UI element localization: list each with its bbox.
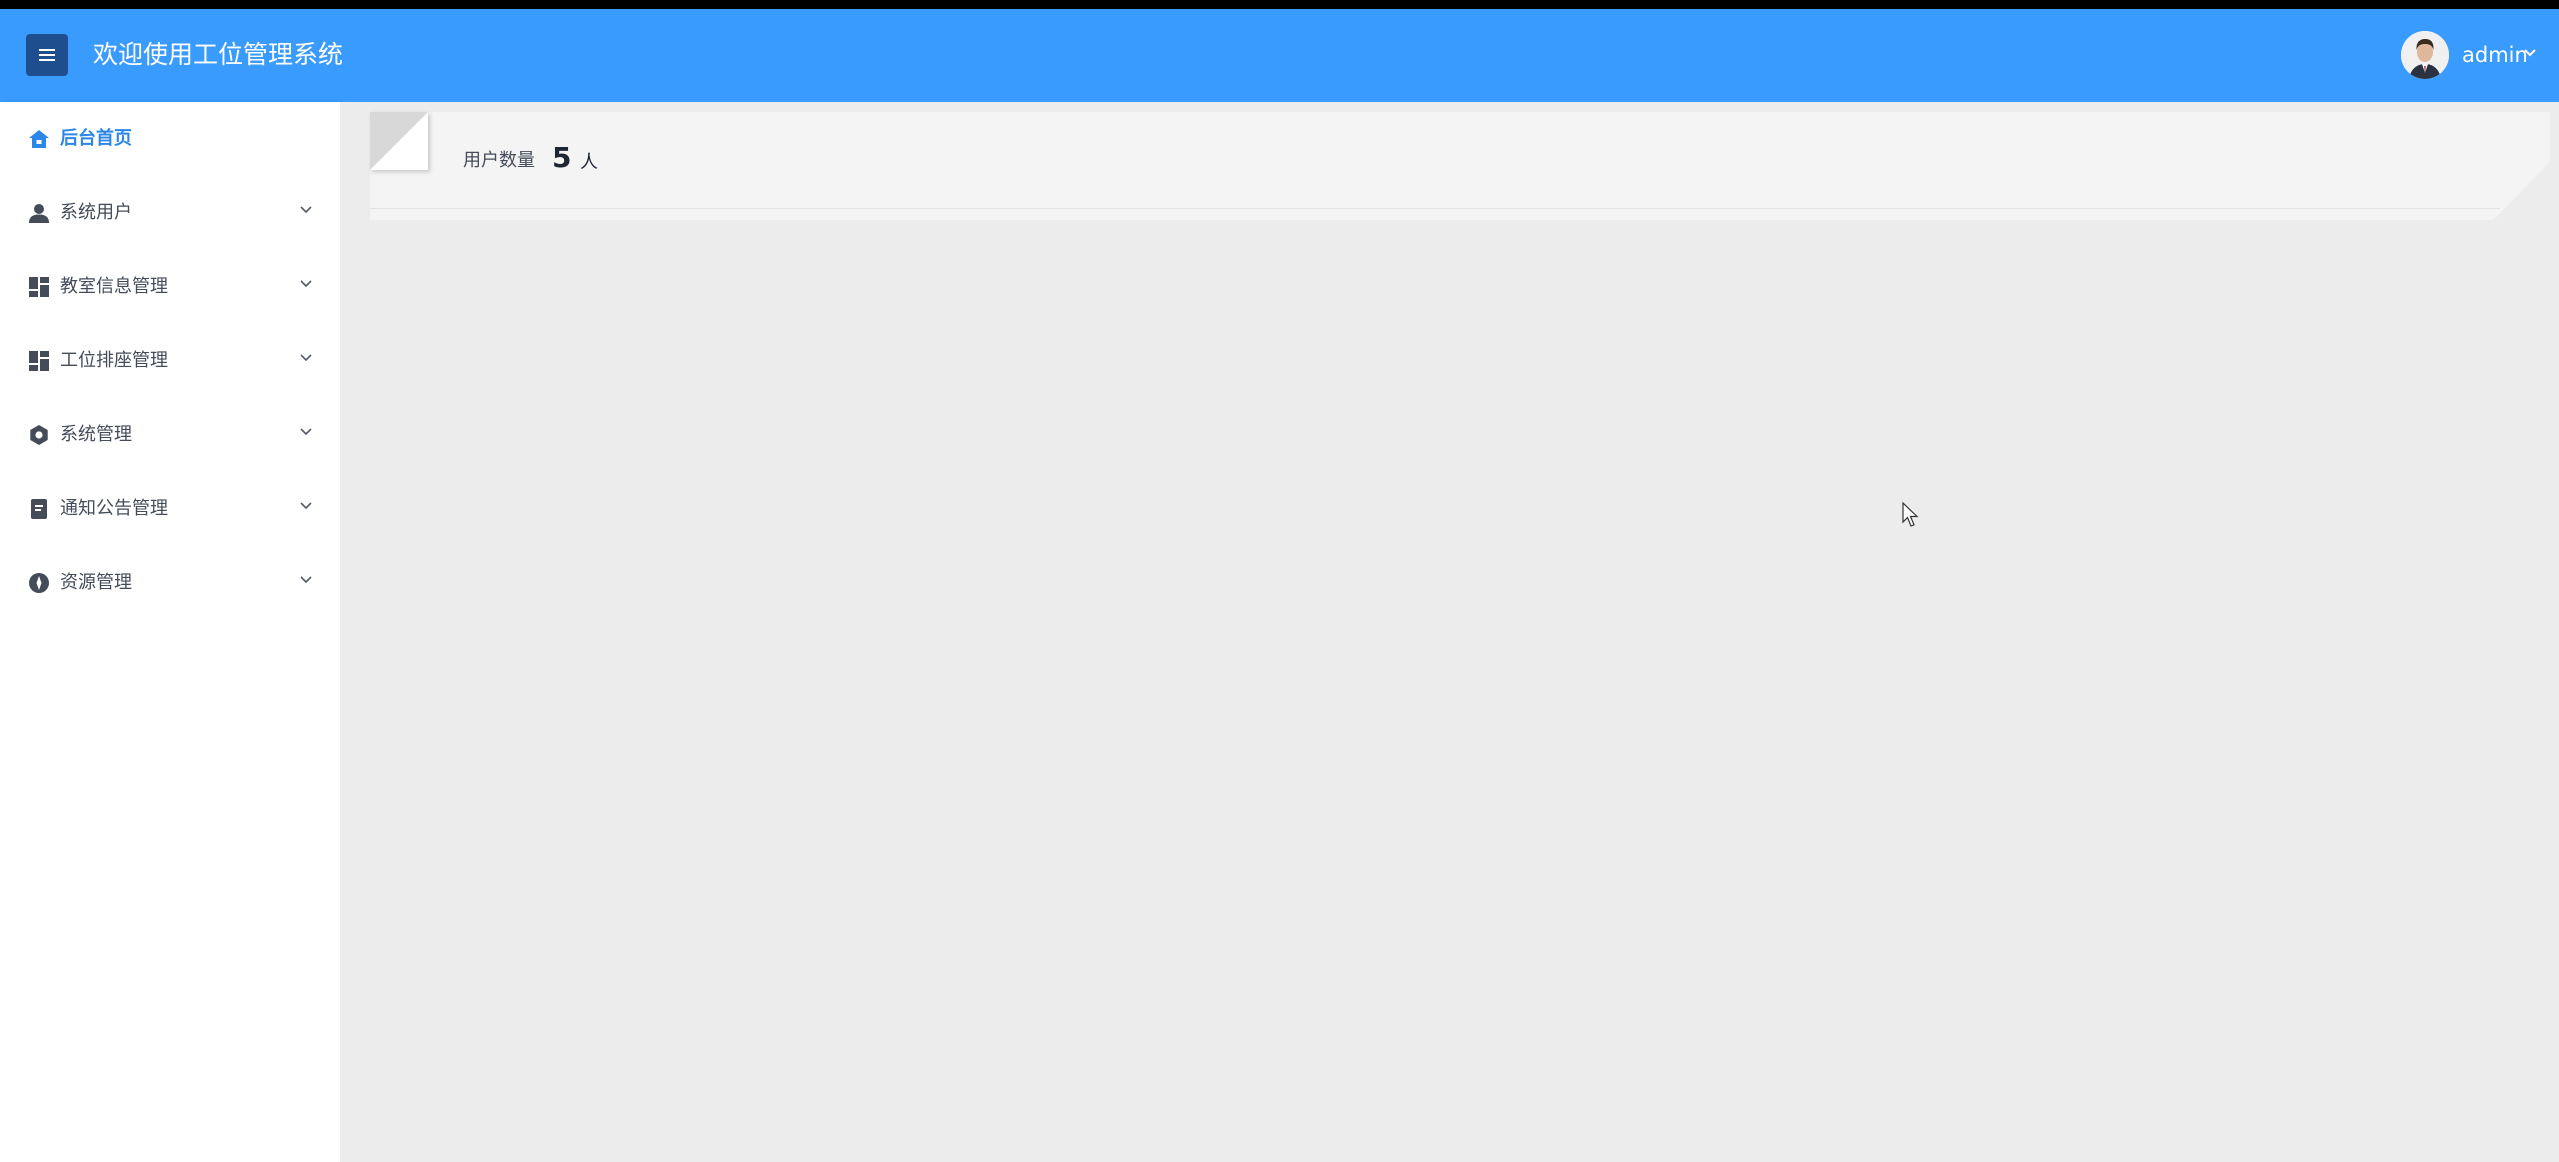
sidebar: 后台首页 系统用户 教室信息管理 工位排座管理 系统管理 通知公告管理 资源管理: [0, 102, 340, 1162]
chevron-down-icon: [300, 428, 312, 436]
sidebar-item-label: 后台首页: [60, 128, 132, 149]
chevron-down-icon: [300, 502, 312, 510]
dashboard-icon: [29, 351, 49, 371]
settings-icon: [30, 425, 48, 445]
sidebar-item-home[interactable]: 后台首页: [0, 102, 340, 176]
card-corner-fold: [370, 112, 428, 170]
sidebar-item-system-users[interactable]: 系统用户: [0, 176, 340, 250]
chevron-down-icon: [300, 354, 312, 362]
chevron-down-icon: [300, 280, 312, 288]
document-icon: [31, 499, 47, 519]
sidebar-item-system-management[interactable]: 系统管理: [0, 398, 340, 472]
top-header: 欢迎使用工位管理系统 admin: [0, 9, 2559, 102]
sidebar-item-label: 通知公告管理: [60, 498, 168, 519]
user-menu-name[interactable]: admin: [2462, 41, 2528, 69]
card-divider: [370, 208, 2500, 209]
chevron-down-icon: [300, 576, 312, 584]
mouse-cursor-icon: [1902, 502, 1919, 527]
dashboard-icon: [29, 277, 49, 297]
sidebar-item-resource-management[interactable]: 资源管理: [0, 546, 340, 620]
sidebar-item-label: 工位排座管理: [60, 350, 168, 371]
user-count-card: [370, 112, 2550, 220]
sidebar-item-notice-management[interactable]: 通知公告管理: [0, 472, 340, 546]
sidebar-item-seat-arrangement[interactable]: 工位排座管理: [0, 324, 340, 398]
user-avatar[interactable]: [2401, 31, 2449, 79]
sidebar-item-label: 系统用户: [60, 202, 132, 223]
top-strip: [0, 0, 2559, 9]
sidebar-item-label: 教室信息管理: [60, 276, 168, 297]
chevron-down-icon: [300, 206, 312, 214]
user-count-label: 用户数量: [463, 150, 535, 171]
menu-toggle-button[interactable]: [26, 34, 68, 76]
user-icon: [29, 204, 49, 223]
compass-icon: [29, 573, 49, 593]
sidebar-item-classroom-info[interactable]: 教室信息管理: [0, 250, 340, 324]
sidebar-item-label: 系统管理: [60, 424, 132, 445]
user-count-unit: 人: [580, 152, 598, 173]
hamburger-icon: [39, 49, 55, 61]
user-count-value: 5: [552, 141, 572, 174]
sidebar-item-label: 资源管理: [60, 572, 132, 593]
main-content: 用户数量 5 人: [340, 102, 2559, 1162]
chevron-down-icon[interactable]: [2524, 49, 2536, 57]
home-icon: [29, 130, 49, 148]
app-title: 欢迎使用工位管理系统: [93, 40, 344, 69]
